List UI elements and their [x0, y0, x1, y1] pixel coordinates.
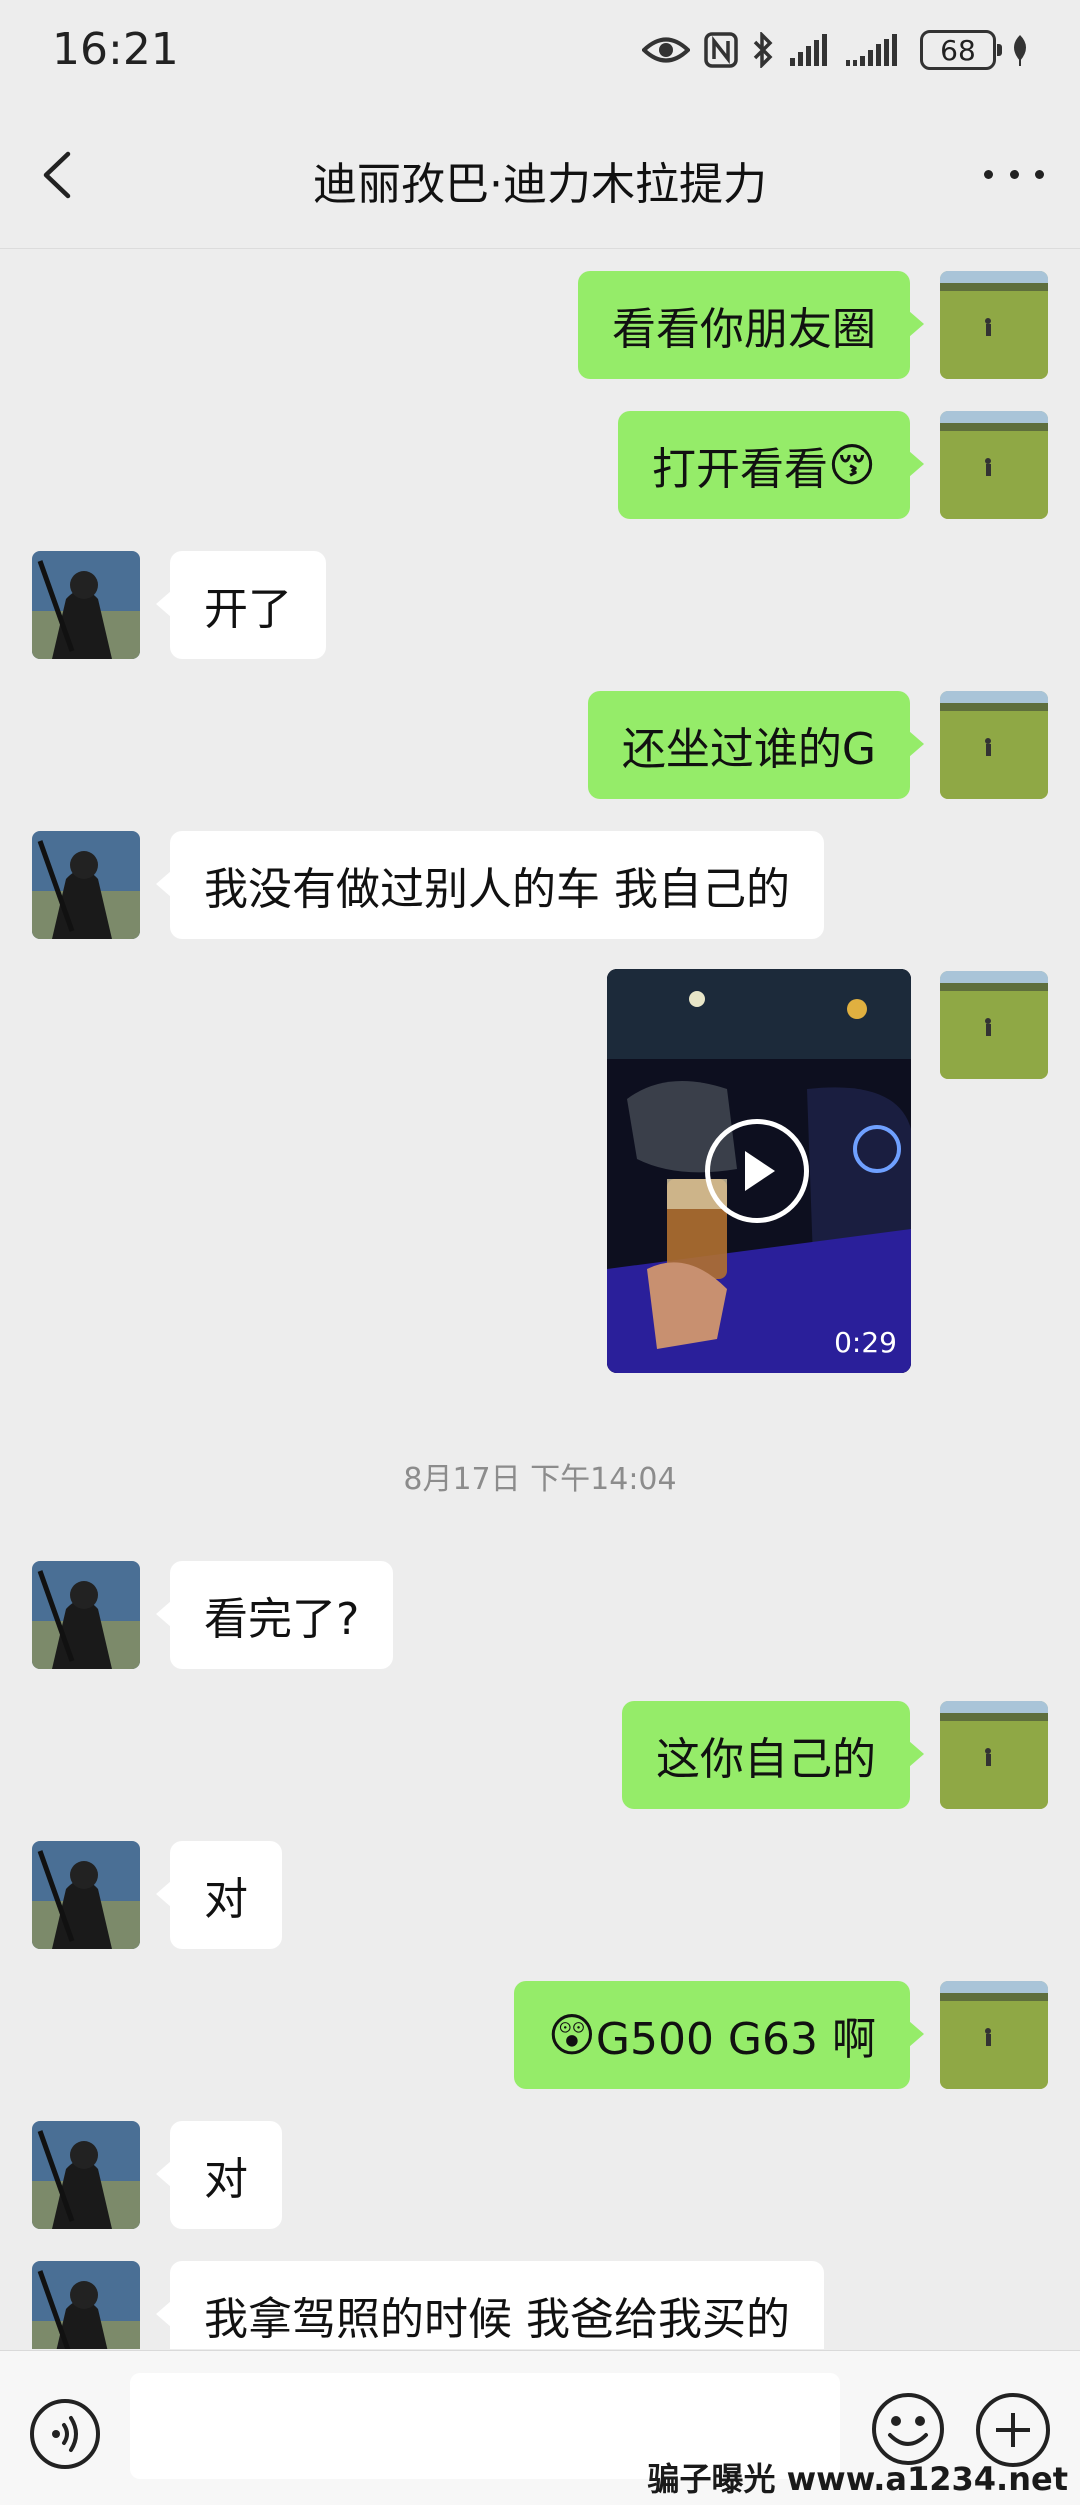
- my-avatar[interactable]: [940, 411, 1048, 519]
- contact-avatar[interactable]: [32, 1841, 140, 1949]
- message-bubble-outgoing[interactable]: 这你自己的: [622, 1701, 924, 1809]
- video-message[interactable]: 0:29: [607, 969, 911, 1373]
- watermark: 骗子曝光 www.a1234.net: [647, 2460, 1068, 2498]
- my-avatar[interactable]: [940, 971, 1048, 1079]
- signal-icon: [790, 34, 827, 66]
- back-arrow-icon[interactable]: [36, 150, 80, 200]
- voice-icon[interactable]: [30, 2399, 100, 2469]
- contact-avatar[interactable]: [32, 2261, 140, 2349]
- chat-title: 迪丽孜巴·迪力木拉提力: [313, 159, 767, 210]
- more-icon[interactable]: [984, 156, 1044, 192]
- bluetooth-icon: [753, 32, 773, 68]
- play-icon[interactable]: [705, 1119, 809, 1223]
- contact-avatar[interactable]: [32, 2121, 140, 2229]
- message-bubble-incoming[interactable]: 对: [156, 2121, 282, 2229]
- battery-level: 68: [940, 33, 976, 67]
- eye-icon: [642, 37, 690, 63]
- astonished-face-icon: 😲: [547, 2008, 596, 2062]
- status-bar: 16:21 68: [0, 0, 1080, 100]
- video-duration: 0:29: [834, 1326, 897, 1359]
- my-avatar[interactable]: [940, 691, 1048, 799]
- signal-icon-2: [846, 34, 897, 66]
- message-bubble-incoming[interactable]: 我拿驾照的时候 我爸给我买的: [156, 2261, 824, 2349]
- status-icons: 68: [642, 26, 1030, 74]
- contact-avatar[interactable]: [32, 831, 140, 939]
- nfc-icon: [704, 32, 738, 68]
- message-list[interactable]: 看看你朋友圈 打开看看 😚 开了 还坐过谁的G 我没有做过别人的车 我自己的 0…: [0, 249, 1080, 2349]
- message-bubble-incoming[interactable]: 看完了?: [155, 1561, 394, 1669]
- message-bubble-outgoing[interactable]: 打开看看 😚: [618, 411, 924, 519]
- chat-header: 迪丽孜巴·迪力木拉提力: [0, 100, 1080, 249]
- message-bubble-outgoing[interactable]: 看看你朋友圈: [578, 271, 924, 379]
- battery-indicator: 68: [920, 30, 1002, 70]
- message-bubble-incoming[interactable]: 对: [156, 1841, 282, 1949]
- kissing-face-icon: 😚: [828, 438, 876, 492]
- chat-timestamp: 8月17日 下午14:04: [403, 1462, 677, 1497]
- contact-avatar[interactable]: [32, 551, 140, 659]
- my-avatar[interactable]: [940, 271, 1048, 379]
- contact-avatar[interactable]: [32, 1561, 140, 1669]
- message-bubble-incoming[interactable]: 我没有做过别人的车 我自己的: [156, 831, 824, 939]
- leaf-icon: [1014, 35, 1026, 66]
- my-avatar[interactable]: [940, 1981, 1048, 2089]
- message-bubble-outgoing[interactable]: 😲 G500 G63 啊: [513, 1981, 925, 2089]
- status-time: 16:21: [52, 24, 179, 75]
- my-avatar[interactable]: [940, 1701, 1048, 1809]
- message-bubble-outgoing[interactable]: 还坐过谁的G: [587, 691, 925, 799]
- message-bubble-incoming[interactable]: 开了: [156, 551, 326, 659]
